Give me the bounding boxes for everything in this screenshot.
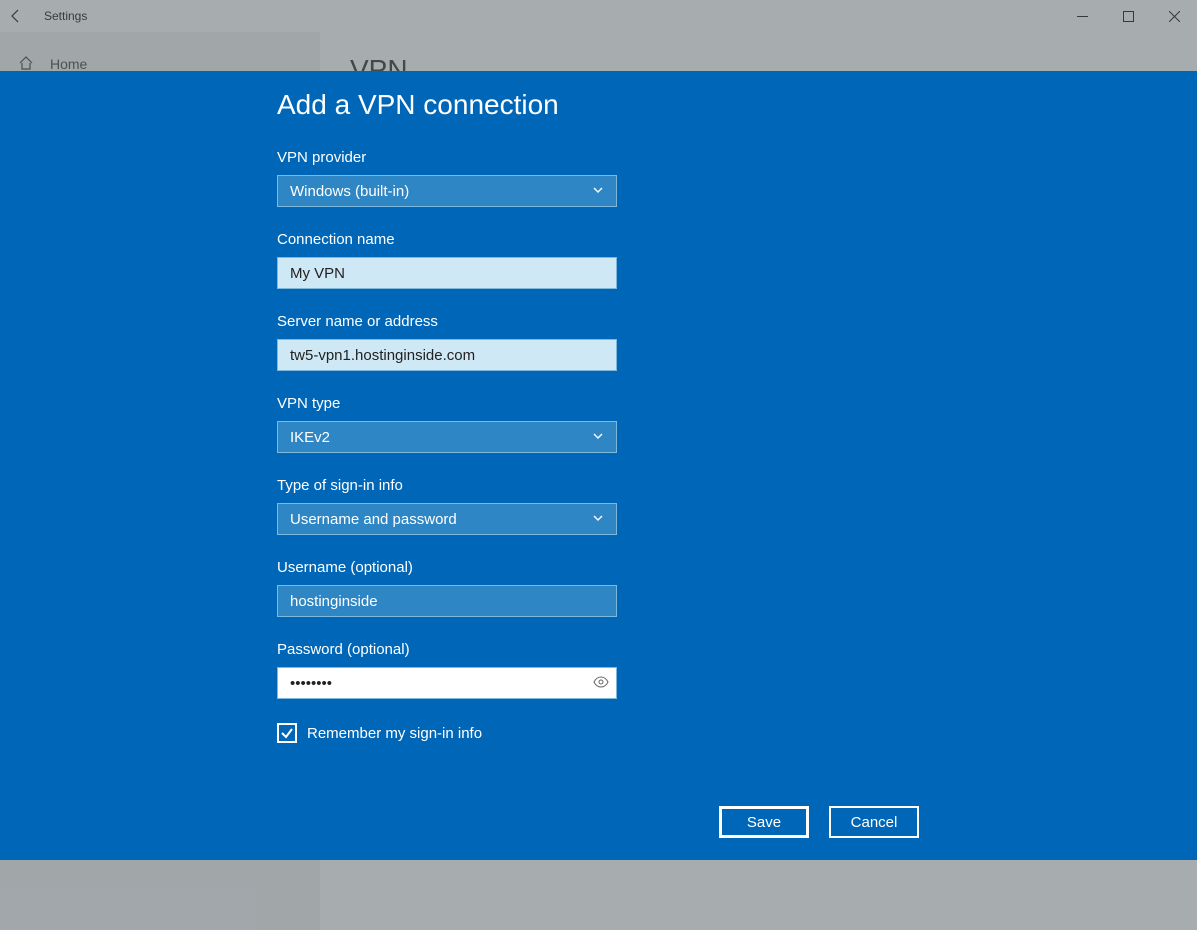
chevron-down-icon — [592, 430, 604, 445]
save-button[interactable]: Save — [719, 806, 809, 838]
server-address-label: Server name or address — [277, 313, 917, 330]
remember-signin-row: Remember my sign-in info — [277, 723, 917, 743]
signin-type-dropdown[interactable]: Username and password — [277, 503, 617, 535]
field-username: Username (optional) — [277, 559, 917, 617]
cancel-button[interactable]: Cancel — [829, 806, 919, 838]
vpn-type-value: IKEv2 — [290, 429, 330, 446]
signin-type-value: Username and password — [290, 511, 457, 528]
chevron-down-icon — [592, 184, 604, 199]
vpn-type-label: VPN type — [277, 395, 917, 412]
password-label: Password (optional) — [277, 641, 917, 658]
vpn-provider-value: Windows (built-in) — [290, 183, 409, 200]
vpn-provider-label: VPN provider — [277, 149, 917, 166]
field-vpn-provider: VPN provider Windows (built-in) — [277, 149, 917, 207]
username-input[interactable] — [277, 585, 617, 617]
dialog-content: Add a VPN connection VPN provider Window… — [277, 71, 917, 743]
password-input[interactable] — [277, 667, 617, 699]
connection-name-label: Connection name — [277, 231, 917, 248]
field-password: Password (optional) — [277, 641, 917, 699]
field-server-address: Server name or address — [277, 313, 917, 371]
field-vpn-type: VPN type IKEv2 — [277, 395, 917, 453]
username-label: Username (optional) — [277, 559, 917, 576]
field-signin-type: Type of sign-in info Username and passwo… — [277, 477, 917, 535]
server-address-input[interactable] — [277, 339, 617, 371]
signin-type-label: Type of sign-in info — [277, 477, 917, 494]
vpn-provider-dropdown[interactable]: Windows (built-in) — [277, 175, 617, 207]
remember-signin-label: Remember my sign-in info — [307, 725, 482, 742]
vpn-type-dropdown[interactable]: IKEv2 — [277, 421, 617, 453]
field-connection-name: Connection name — [277, 231, 917, 289]
chevron-down-icon — [592, 512, 604, 527]
reveal-password-icon[interactable] — [593, 675, 609, 691]
connection-name-input[interactable] — [277, 257, 617, 289]
remember-signin-checkbox[interactable] — [277, 723, 297, 743]
dialog-buttons: Save Cancel — [719, 806, 919, 838]
add-vpn-dialog: Add a VPN connection VPN provider Window… — [0, 71, 1197, 860]
dialog-title: Add a VPN connection — [277, 89, 917, 121]
